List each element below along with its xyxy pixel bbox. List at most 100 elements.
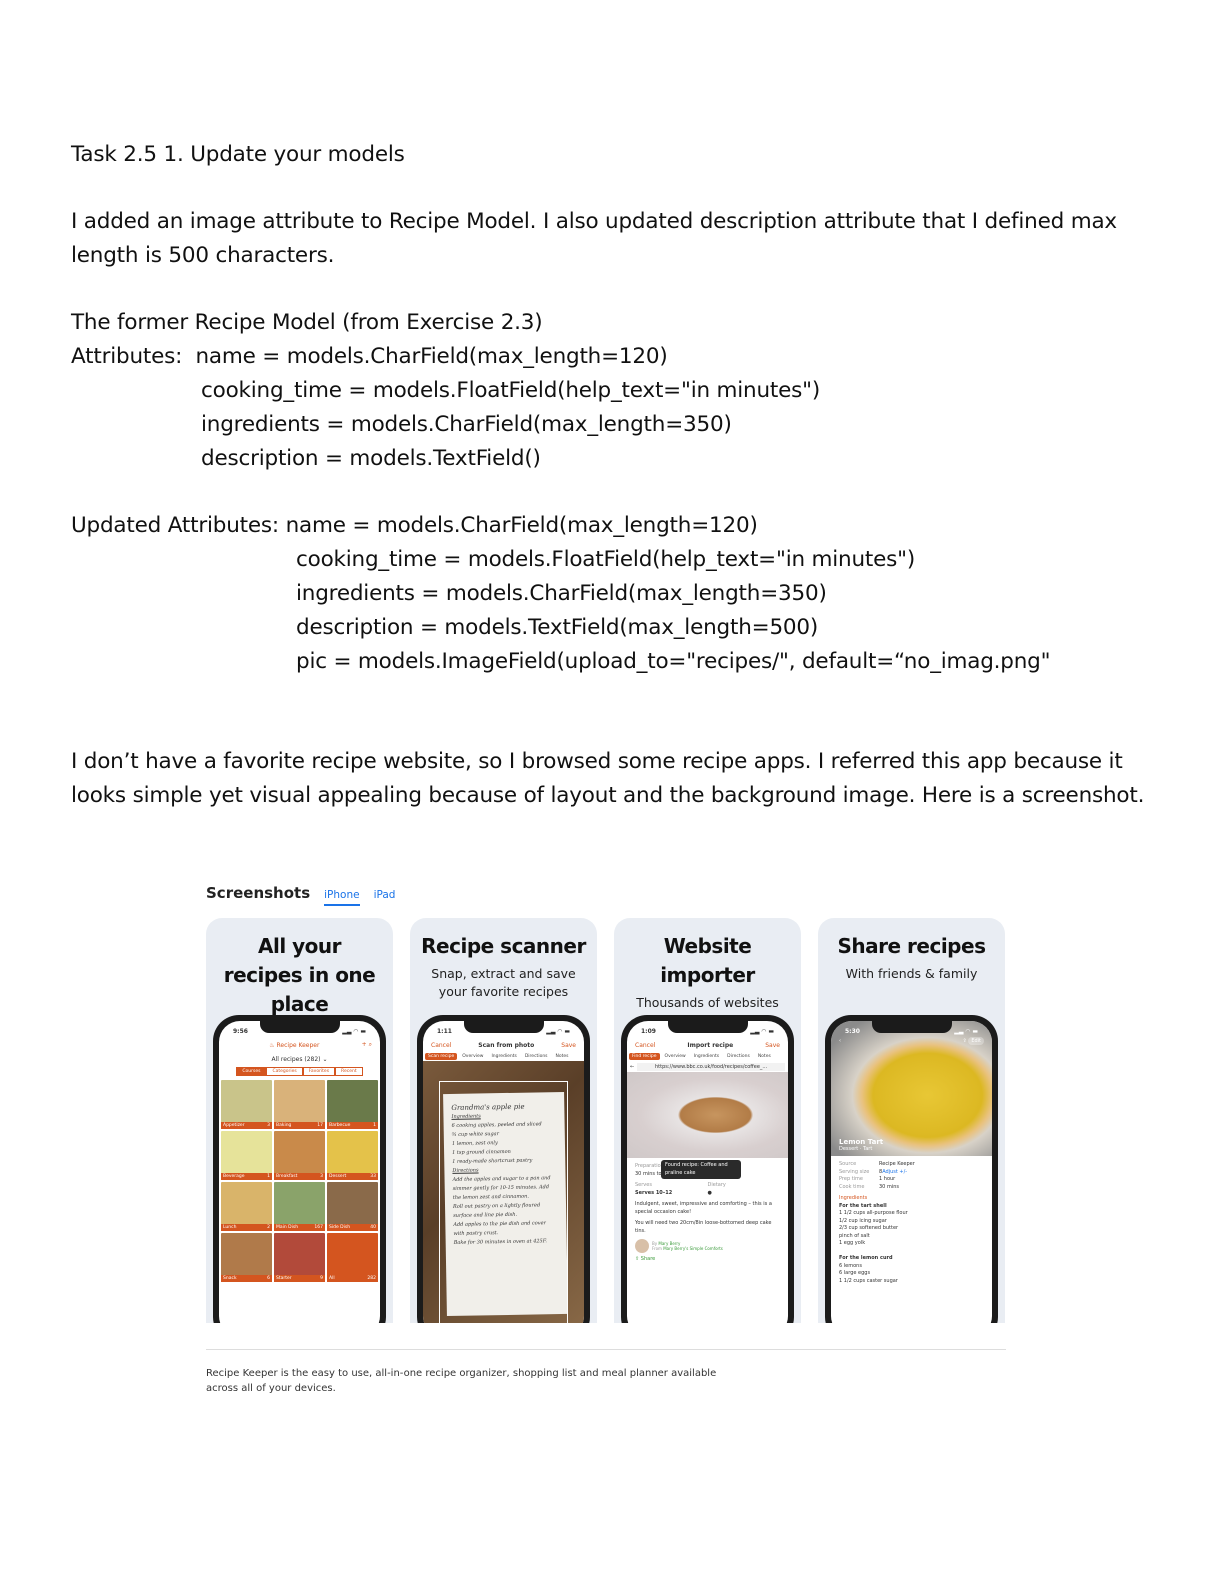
tile-count: 9 xyxy=(320,1276,323,1281)
back-arrow-icon[interactable]: ← xyxy=(630,1064,634,1070)
app-description: Recipe Keeper is the easy to use, all-in… xyxy=(206,1368,717,1394)
source-link[interactable]: Mary Berry's Simple Comforts xyxy=(663,1246,723,1251)
card-title: Website importer xyxy=(660,934,755,987)
intro-paragraph: I added an image attribute to Recipe Mod… xyxy=(71,209,1117,268)
phone-mockup: 5:30 ▂▃ ◠ ▬ ‹ ⇪ Edit Lemon Tart Dessert · T… xyxy=(825,1015,998,1323)
category-tile[interactable]: All 282 xyxy=(327,1233,378,1282)
card-subtitle: Snap, extract and save your favorite rec… xyxy=(431,966,576,999)
category-tile[interactable]: Dessert 33 xyxy=(327,1131,378,1180)
segment-recent[interactable]: Recent xyxy=(335,1067,363,1076)
status-time: 1:11 xyxy=(437,1028,452,1035)
phone-mockup: 1:11 ▂▃ ◠ ▬ Cancel Scan from photo Save Sca… xyxy=(417,1015,590,1323)
tab-directions[interactable]: Directions xyxy=(724,1053,753,1060)
task-title: Task 2.5 1. Update your models xyxy=(71,142,405,167)
detail-row: Source Recipe Keeper xyxy=(839,1161,984,1169)
tab-ingredients[interactable]: Ingredients xyxy=(488,1053,519,1060)
phone-mockup: 1:09 ▂▃ ◠ ▬ Cancel Import recipe Save Find … xyxy=(621,1015,794,1323)
card-title: Recipe scanner xyxy=(421,934,586,958)
adjust-link[interactable]: Adjust +/- xyxy=(882,1169,907,1177)
tab-find-recipe[interactable]: Find recipe xyxy=(629,1053,660,1060)
tab-notes[interactable]: Notes xyxy=(755,1053,774,1060)
pot-icon: ♨ xyxy=(269,1041,275,1049)
search-icon[interactable]: ⌕ xyxy=(369,1041,372,1048)
description: You will need two 20cm/8in loose-bottome… xyxy=(635,1220,772,1234)
updated-attr-1: cooking_time = models.FloatField(help_te… xyxy=(296,547,916,572)
tile-label: Appetizer 3 xyxy=(221,1122,272,1129)
detail-key: Serving size xyxy=(839,1168,870,1175)
screenshot-card-share[interactable]: Share recipes With friends & family 5:30… xyxy=(818,918,1005,1323)
tile-label: Beverage 1 xyxy=(221,1173,272,1180)
category-tile[interactable]: Appetizer 3 xyxy=(221,1080,272,1129)
tile-name: Breakfast xyxy=(276,1174,298,1179)
serves-value: Serves 10–12 xyxy=(635,1189,673,1196)
ingredient-line: 6 lemons xyxy=(839,1262,862,1269)
former-attr-2: ingredients = models.CharField(max_lengt… xyxy=(201,412,732,437)
tab-ingredients[interactable]: Ingredients xyxy=(691,1053,722,1060)
crop-frame[interactable] xyxy=(439,1081,568,1323)
edit-button[interactable]: Edit xyxy=(968,1037,984,1045)
tile-count: 1 xyxy=(373,1123,376,1128)
category-tile[interactable]: Baking 17 xyxy=(274,1080,325,1129)
tab-overview[interactable]: Overview xyxy=(459,1053,486,1060)
updated-attr-2: ingredients = models.CharField(max_lengt… xyxy=(296,581,827,606)
screenshot-card-scanner[interactable]: Recipe scanner Snap, extract and save yo… xyxy=(410,918,597,1323)
segment-courses[interactable]: Courses xyxy=(236,1067,267,1076)
category-tile[interactable]: Barbecue 1 xyxy=(327,1080,378,1129)
tab-notes[interactable]: Notes xyxy=(553,1053,572,1060)
former-heading: The former Recipe Model (from Exercise 2… xyxy=(71,310,543,335)
category-tile[interactable]: Breakfast 3 xyxy=(274,1131,325,1180)
detail-row: Serving size 8 Adjust +/- xyxy=(839,1169,984,1177)
status-time: 1:09 xyxy=(641,1028,656,1035)
ingredients-heading: Ingredients xyxy=(839,1195,868,1201)
url-field[interactable]: https://www.bbc.co.uk/food/recipes/coffe… xyxy=(637,1062,785,1071)
tab-overview[interactable]: Overview xyxy=(662,1053,689,1060)
tile-count: 3 xyxy=(320,1174,323,1179)
filter-dropdown[interactable]: All recipes (282) ⌄ xyxy=(219,1056,380,1063)
detail-value: Recipe Keeper xyxy=(879,1161,915,1167)
category-tile[interactable]: Main Dish 167 xyxy=(274,1182,325,1231)
tile-label: Breakfast 3 xyxy=(274,1173,325,1180)
screenshot-card-all-recipes[interactable]: All your recipes in one place 9:56 ▂▃ ◠ ▬… xyxy=(206,918,393,1323)
app-store-screenshots: Screenshots iPhone iPad All your recipes… xyxy=(206,884,1006,1323)
category-tile[interactable]: Starter 9 xyxy=(274,1233,325,1282)
updated-label: Updated Attributes: xyxy=(71,513,279,538)
category-tile[interactable]: Lunch 2 xyxy=(221,1182,272,1231)
add-icon[interactable]: + xyxy=(362,1041,367,1048)
tab-ipad[interactable]: iPad xyxy=(374,889,396,904)
tile-count: 6 xyxy=(267,1276,270,1281)
share-icon[interactable]: ⇪ xyxy=(963,1038,967,1044)
save-button[interactable]: Save xyxy=(561,1042,576,1049)
card-subtitle: With friends & family xyxy=(845,966,978,981)
category-tile[interactable]: Side Dish 40 xyxy=(327,1182,378,1231)
tile-label: Lunch 2 xyxy=(221,1224,272,1231)
tile-label: Dessert 33 xyxy=(327,1173,378,1180)
phone-mockup: 9:56 ▂▃ ◠ ▬ ♨ Recipe Keeper + ⌕ All recipe… xyxy=(213,1015,386,1323)
serves-label: Serves xyxy=(635,1182,652,1188)
tab-directions[interactable]: Directions xyxy=(522,1053,551,1060)
tab-iphone[interactable]: iPhone xyxy=(324,889,360,906)
cancel-button[interactable]: Cancel xyxy=(431,1042,451,1049)
screenshot-card-importer[interactable]: Website importer Thousands of websites s… xyxy=(614,918,801,1323)
tile-label: Snack 6 xyxy=(221,1275,272,1282)
cancel-button[interactable]: Cancel xyxy=(635,1042,655,1049)
updated-attr-4: pic = models.ImageField(upload_to="recip… xyxy=(296,649,1051,674)
screen-title: Import recipe xyxy=(687,1041,734,1049)
save-button[interactable]: Save xyxy=(765,1042,780,1049)
share-button[interactable]: ⇪ Share xyxy=(635,1256,780,1264)
back-icon[interactable]: ‹ xyxy=(839,1038,841,1044)
category-tile[interactable]: Snack 6 xyxy=(221,1233,272,1282)
ingredient-line: 1 1/2 cups caster sugar xyxy=(839,1277,898,1284)
tile-name: All xyxy=(329,1276,335,1281)
segment-categories[interactable]: Categories xyxy=(266,1067,303,1076)
divider xyxy=(206,1349,1006,1350)
updated-attr-0: Updated Attributes: name = models.CharFi… xyxy=(71,509,1161,543)
former-attr-1: cooking_time = models.FloatField(help_te… xyxy=(201,378,821,403)
tile-name: Baking xyxy=(276,1123,292,1128)
category-tile[interactable]: Beverage 1 xyxy=(221,1131,272,1180)
tab-scan-recipe[interactable]: Scan recipe xyxy=(425,1053,458,1060)
segment-favorites[interactable]: Favorites xyxy=(302,1067,336,1076)
scanned-photo: Grandma's apple pie Ingredients 6 cooking … xyxy=(423,1061,584,1323)
detail-key: Prep time xyxy=(839,1176,864,1182)
ingredient-line: For the tart shell xyxy=(839,1202,887,1209)
card-title: All your recipes in one place xyxy=(223,934,376,1016)
